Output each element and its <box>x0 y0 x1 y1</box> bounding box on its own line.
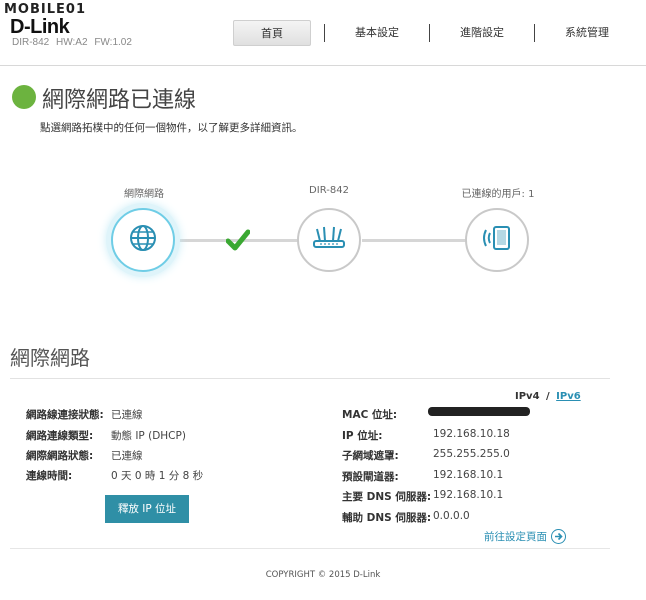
header-bar: MOBILE01 D-Link DIR-842 HW:A2 FW:1.02 首頁… <box>0 0 646 66</box>
cable-status-label: 網路線連接狀態: <box>26 409 104 421</box>
status-title: 網際網路已連線 <box>42 88 197 113</box>
section-divider <box>10 378 610 379</box>
status-indicator-icon <box>12 85 36 109</box>
gateway-value: 192.168.10.1 <box>433 469 504 481</box>
device-info: DIR-842 HW:A2 FW:1.02 <box>12 37 132 48</box>
tab-separator: / <box>546 391 550 402</box>
tab-ipv6[interactable]: IPv6 <box>556 391 581 402</box>
dlink-logo: D-Link <box>10 16 70 38</box>
main-nav: 首頁 基本設定 進階設定 系統管理 <box>233 20 639 46</box>
nav-management[interactable]: 系統管理 <box>535 20 639 46</box>
ip-address-value: 192.168.10.18 <box>433 428 510 440</box>
connection-type-label: 網路連線類型: <box>26 430 94 442</box>
nav-advanced-settings[interactable]: 進階設定 <box>430 20 534 46</box>
primary-dns-value: 192.168.10.1 <box>433 489 504 501</box>
section-title: 網際網路 <box>10 346 90 370</box>
hw-version: HW:A2 <box>56 37 88 48</box>
router-icon <box>311 225 347 255</box>
model-name: DIR-842 <box>12 37 50 48</box>
connection-type-value: 動態 IP (DHCP) <box>111 430 186 442</box>
connection-time-value: 0 天 0 時 1 分 8 秒 <box>111 470 204 482</box>
release-ip-button[interactable]: 釋放 IP 位址 <box>105 495 189 523</box>
gateway-label: 預設閘道器: <box>342 471 399 483</box>
subnet-mask-label: 子網域遮罩: <box>342 450 399 462</box>
fw-version: FW:1.02 <box>94 37 132 48</box>
checkmark-icon <box>225 229 251 255</box>
internet-node-label: 網際網路 <box>124 189 164 200</box>
nav-basic-settings[interactable]: 基本設定 <box>325 20 429 46</box>
primary-dns-label: 主要 DNS 伺服器: <box>342 491 432 503</box>
copyright: COPYRIGHT © 2015 D-Link <box>265 570 381 580</box>
mac-address-redacted <box>428 407 530 416</box>
mac-address-label: MAC 位址: <box>342 409 398 421</box>
internet-status-label: 網際網路狀態: <box>26 450 94 462</box>
footer-divider <box>10 548 610 549</box>
subnet-mask-value: 255.255.255.0 <box>433 448 510 460</box>
router-clients-link <box>362 239 466 242</box>
ip-address-label: IP 位址: <box>342 430 383 442</box>
globe-icon <box>128 223 158 257</box>
goto-settings-label: 前往設定頁面 <box>484 531 547 543</box>
cable-status-value: 已連線 <box>111 409 143 421</box>
connection-time-label: 連線時間: <box>26 470 73 482</box>
clients-node-label: 已連線的用戶: 1 <box>461 189 535 200</box>
internet-status-value: 已連線 <box>111 450 143 462</box>
tab-ipv4[interactable]: IPv4 <box>515 391 540 402</box>
clients-node[interactable] <box>465 208 529 272</box>
router-node[interactable] <box>297 208 361 272</box>
status-subtitle: 點選網路拓樸中的任何一個物件，以了解更多詳細資訊。 <box>40 122 303 134</box>
mobile-device-icon <box>480 224 514 256</box>
ip-version-tabs: IPv4 / IPv6 <box>515 391 581 402</box>
watermark-text: MOBILE01 <box>4 2 86 17</box>
secondary-dns-label: 輔助 DNS 伺服器: <box>342 512 432 524</box>
nav-home[interactable]: 首頁 <box>233 20 311 46</box>
router-node-label: DIR-842 <box>309 185 349 196</box>
watermark: MOBILE01 <box>4 2 86 17</box>
arrow-right-icon <box>551 529 566 544</box>
secondary-dns-value: 0.0.0.0 <box>433 510 470 522</box>
internet-node[interactable] <box>111 208 175 272</box>
goto-settings-link[interactable]: 前往設定頁面 <box>484 529 566 544</box>
